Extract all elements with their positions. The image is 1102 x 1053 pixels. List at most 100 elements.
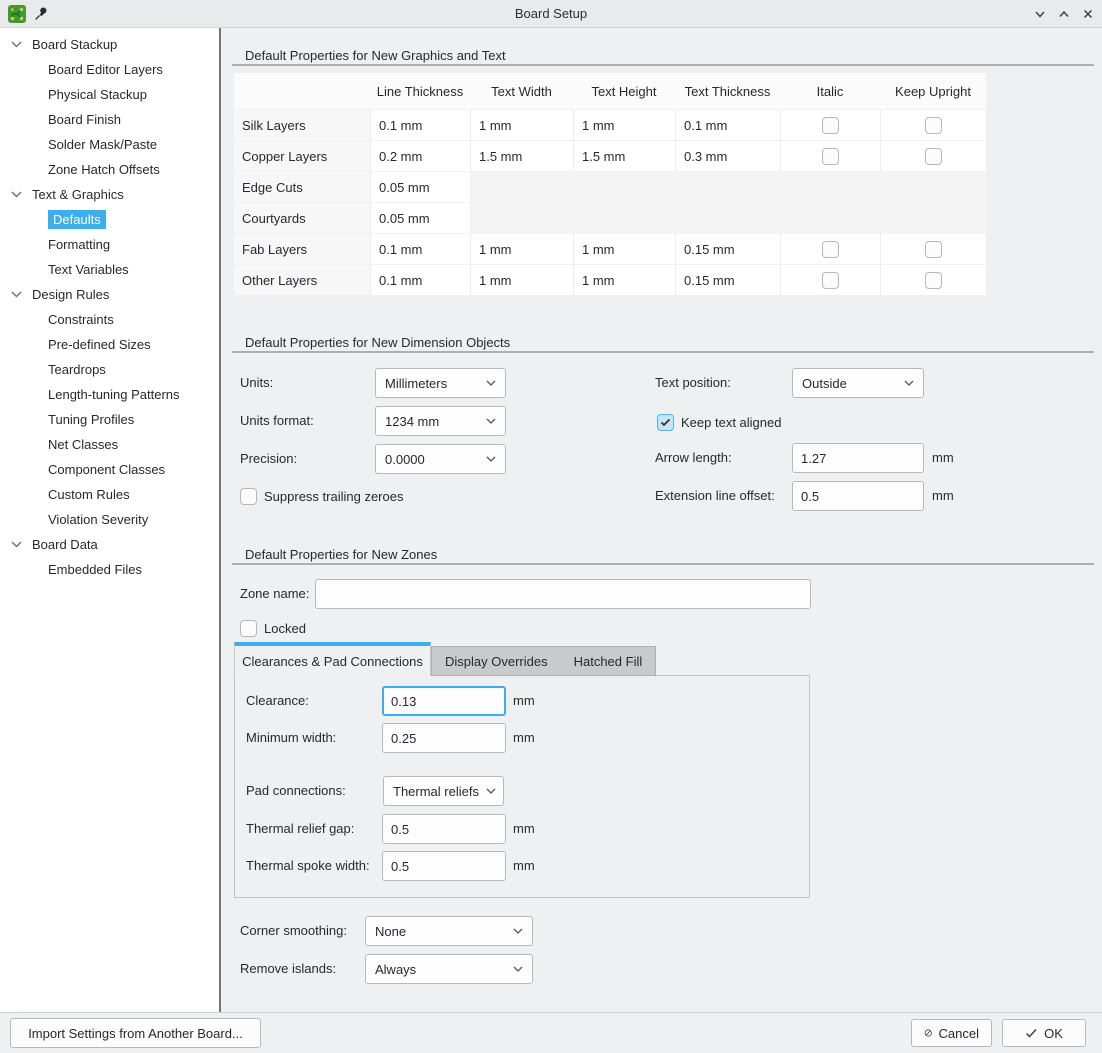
sidebar-item-board-data[interactable]: Board Data xyxy=(0,532,219,557)
sidebar-item-board-stackup[interactable]: Board Stackup xyxy=(0,32,219,57)
check-icon xyxy=(660,418,671,427)
remove-islands-select[interactable]: Always xyxy=(365,954,533,984)
cell-text-thickness[interactable]: 0.15 mm xyxy=(675,233,780,264)
sidebar-item-zone-hatch-offsets[interactable]: Zone Hatch Offsets xyxy=(0,157,219,182)
sidebar-item-defaults[interactable]: Defaults xyxy=(0,207,219,232)
sidebar-item-text-variables[interactable]: Text Variables xyxy=(0,257,219,282)
section-title-zones: Default Properties for New Zones xyxy=(245,547,437,562)
suppress-trailing-zeroes-row: Suppress trailing zeroes xyxy=(240,486,403,506)
cell-line-thickness[interactable]: 0.1 mm xyxy=(370,264,470,295)
italic-checkbox[interactable] xyxy=(822,148,839,165)
clearances-panel xyxy=(234,675,810,898)
cell-text-width[interactable]: 1 mm xyxy=(470,264,573,295)
tab-clearances-pad-connections[interactable]: Clearances & Pad Connections xyxy=(234,642,431,676)
col-header-text-width: Text Width xyxy=(470,73,573,109)
sidebar-item-board-finish[interactable]: Board Finish xyxy=(0,107,219,132)
section-title-dimensions: Default Properties for New Dimension Obj… xyxy=(245,335,510,350)
sidebar-item-custom-rules[interactable]: Custom Rules xyxy=(0,482,219,507)
chevron-down-icon xyxy=(903,379,915,387)
sidebar-item-embedded-files[interactable]: Embedded Files xyxy=(0,557,219,582)
sidebar-item-solder-mask-paste[interactable]: Solder Mask/Paste xyxy=(0,132,219,157)
cell-text-height[interactable]: 1 mm xyxy=(573,109,675,140)
italic-checkbox[interactable] xyxy=(822,272,839,289)
cancel-button[interactable]: Cancel xyxy=(911,1019,992,1047)
window-title: Board Setup xyxy=(0,0,1102,28)
sidebar-item-component-classes[interactable]: Component Classes xyxy=(0,457,219,482)
units-format-select[interactable]: 1234 mm xyxy=(375,406,506,436)
units-label: Units: xyxy=(240,368,273,398)
arrow-length-input[interactable] xyxy=(792,443,924,473)
keep-upright-checkbox[interactable] xyxy=(925,241,942,258)
chevron-down-icon xyxy=(10,540,23,549)
suppress-trailing-zeroes-checkbox[interactable] xyxy=(240,488,257,505)
extension-offset-label: Extension line offset: xyxy=(655,481,775,511)
arrow-length-label: Arrow length: xyxy=(655,443,732,473)
corner-smoothing-select[interactable]: None xyxy=(365,916,533,946)
row-label: Edge Cuts xyxy=(234,171,370,202)
section-divider xyxy=(232,64,1094,66)
text-position-select[interactable]: Outside xyxy=(792,368,924,398)
cell-text-width[interactable]: 1.5 mm xyxy=(470,140,573,171)
cell-text-thickness[interactable]: 0.3 mm xyxy=(675,140,780,171)
cell-line-thickness[interactable]: 0.05 mm xyxy=(370,171,470,202)
cell-text-width[interactable]: 1 mm xyxy=(470,109,573,140)
tab-hatched-fill[interactable]: Hatched Fill xyxy=(561,647,656,675)
sidebar-item-net-classes[interactable]: Net Classes xyxy=(0,432,219,457)
tab-display-overrides[interactable]: Display Overrides xyxy=(432,647,561,675)
sidebar-item-design-rules[interactable]: Design Rules xyxy=(0,282,219,307)
keep-text-aligned-checkbox[interactable] xyxy=(657,414,674,431)
locked-checkbox[interactable] xyxy=(240,620,257,637)
chevron-down-icon xyxy=(512,927,524,935)
disabled-cells xyxy=(470,202,986,233)
cell-text-height[interactable]: 1.5 mm xyxy=(573,140,675,171)
import-settings-button[interactable]: Import Settings from Another Board... xyxy=(10,1018,261,1048)
sidebar-item-length-tuning-patterns[interactable]: Length-tuning Patterns xyxy=(0,382,219,407)
sidebar-item-violation-severity[interactable]: Violation Severity xyxy=(0,507,219,532)
keep-upright-checkbox[interactable] xyxy=(925,148,942,165)
sidebar-item-formatting[interactable]: Formatting xyxy=(0,232,219,257)
cell-line-thickness[interactable]: 0.1 mm xyxy=(370,109,470,140)
chevron-down-icon xyxy=(485,455,497,463)
maximize-icon xyxy=(1057,8,1071,20)
italic-checkbox[interactable] xyxy=(822,241,839,258)
close-button[interactable] xyxy=(1079,6,1097,22)
zone-name-label: Zone name: xyxy=(240,579,309,609)
zone-name-input[interactable] xyxy=(315,579,811,609)
board-setup-dialog: Board Setup Board Stackup Board Editor L… xyxy=(0,0,1102,1053)
maximize-button[interactable] xyxy=(1055,6,1073,22)
ok-button[interactable]: OK xyxy=(1002,1019,1086,1047)
sidebar-item-tuning-profiles[interactable]: Tuning Profiles xyxy=(0,407,219,432)
col-header-keep-upright: Keep Upright xyxy=(880,73,986,109)
cell-italic xyxy=(780,140,880,171)
cell-line-thickness[interactable]: 0.05 mm xyxy=(370,202,470,233)
minimize-button[interactable] xyxy=(1031,6,1049,22)
cell-text-width[interactable]: 1 mm xyxy=(470,233,573,264)
row-label: Copper Layers xyxy=(234,140,370,171)
cell-text-thickness[interactable]: 0.1 mm xyxy=(675,109,780,140)
cell-text-thickness[interactable]: 0.15 mm xyxy=(675,264,780,295)
col-header-line-thickness: Line Thickness xyxy=(370,73,470,109)
tab-group: Display Overrides Hatched Fill xyxy=(431,646,656,676)
sidebar-item-text-graphics[interactable]: Text & Graphics xyxy=(0,182,219,207)
corner-smoothing-label: Corner smoothing: xyxy=(240,916,347,946)
sidebar-item-board-editor-layers[interactable]: Board Editor Layers xyxy=(0,57,219,82)
cell-line-thickness[interactable]: 0.2 mm xyxy=(370,140,470,171)
precision-select[interactable]: 0.0000 xyxy=(375,444,506,474)
extension-offset-input[interactable] xyxy=(792,481,924,511)
units-select[interactable]: Millimeters xyxy=(375,368,506,398)
cell-text-height[interactable]: 1 mm xyxy=(573,233,675,264)
sidebar-item-physical-stackup[interactable]: Physical Stackup xyxy=(0,82,219,107)
chevron-down-icon xyxy=(512,965,524,973)
sidebar-item-pre-defined-sizes[interactable]: Pre-defined Sizes xyxy=(0,332,219,357)
keep-upright-checkbox[interactable] xyxy=(925,117,942,134)
sidebar-item-constraints[interactable]: Constraints xyxy=(0,307,219,332)
check-icon xyxy=(1025,1028,1038,1039)
italic-checkbox[interactable] xyxy=(822,117,839,134)
cell-line-thickness[interactable]: 0.1 mm xyxy=(370,233,470,264)
cell-keep-upright xyxy=(880,140,986,171)
cell-text-height[interactable]: 1 mm xyxy=(573,264,675,295)
sidebar-item-teardrops[interactable]: Teardrops xyxy=(0,357,219,382)
chevron-down-icon xyxy=(10,290,23,299)
keep-upright-checkbox[interactable] xyxy=(925,272,942,289)
minimize-icon xyxy=(1033,8,1047,20)
